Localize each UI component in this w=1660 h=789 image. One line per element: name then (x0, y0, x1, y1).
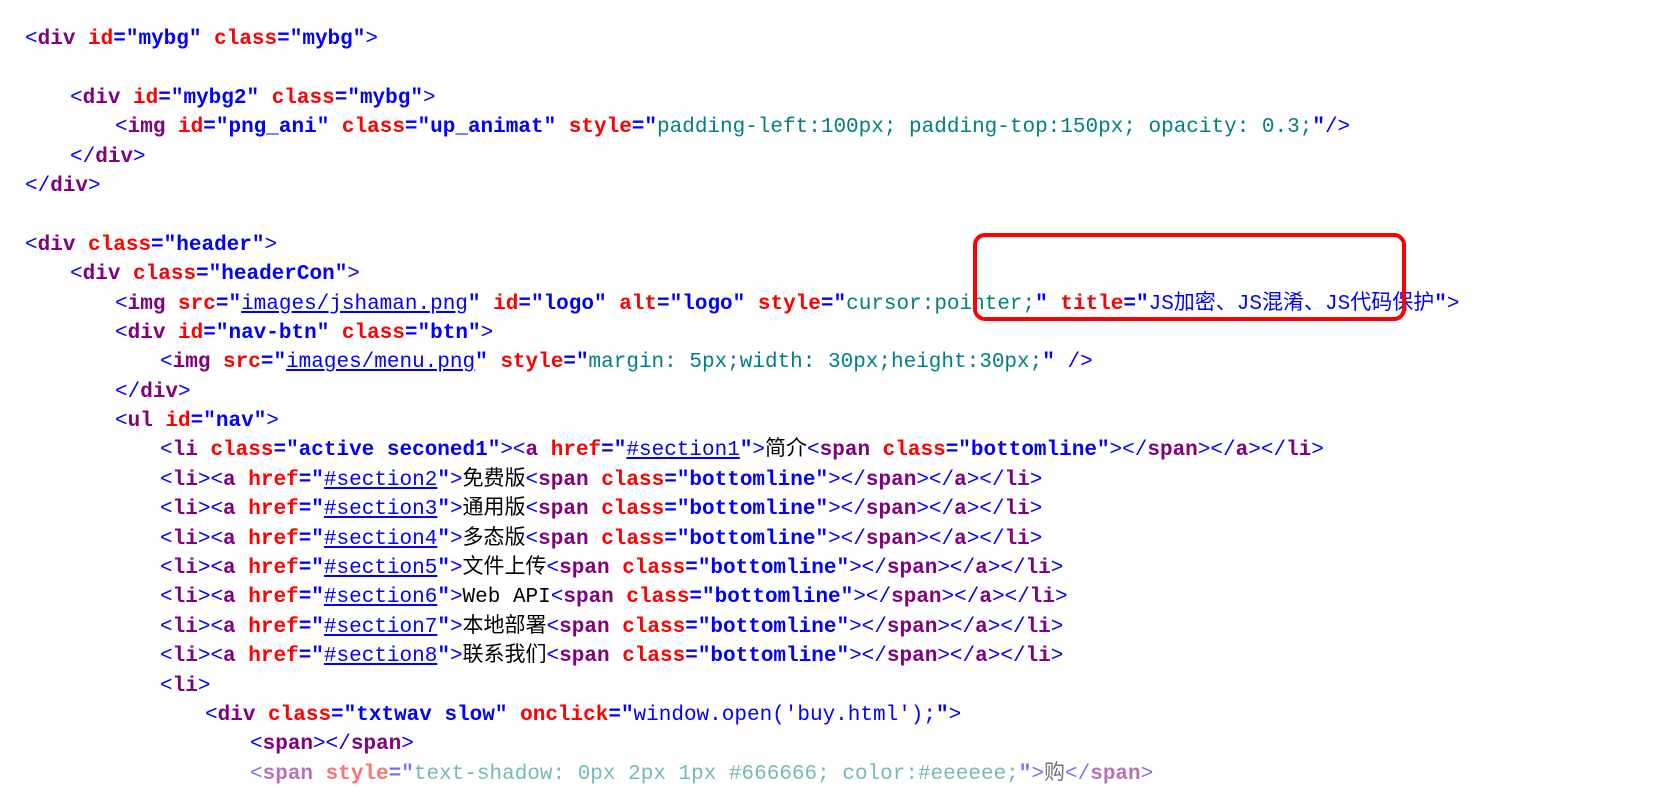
code-line[interactable]: <span></span> (25, 730, 1635, 759)
code-line[interactable]: <li><a href="#section2">免费版<span class="… (25, 466, 1635, 495)
code-line[interactable]: <li><a href="#section6">Web API<span cla… (25, 583, 1635, 612)
code-line[interactable]: <img src="images/jshaman.png" id="logo" … (25, 290, 1635, 319)
html-source-view: <div id="mybg" class="mybg"> <div id="my… (0, 0, 1660, 789)
code-line[interactable]: <div id="mybg2" class="mybg"> (25, 84, 1635, 113)
code-line[interactable]: <div class="txtwav slow" onclick="window… (25, 701, 1635, 730)
code-line[interactable]: <div class="header"> (25, 231, 1635, 260)
code-line[interactable]: <span style="text-shadow: 0px 2px 1px #6… (25, 760, 1635, 789)
code-line[interactable]: <div id="mybg" class="mybg"> (25, 25, 1635, 54)
href-link[interactable]: #section7 (324, 616, 437, 639)
blank-line (25, 54, 1635, 83)
href-link[interactable]: #section6 (324, 586, 437, 609)
code-line[interactable]: </div> (25, 172, 1635, 201)
code-line[interactable]: <ul id="nav"> (25, 407, 1635, 436)
code-line[interactable]: <li><a href="#section7">本地部署<span class=… (25, 613, 1635, 642)
code-line[interactable]: <div id="nav-btn" class="btn"> (25, 319, 1635, 348)
code-line[interactable]: <li> (25, 672, 1635, 701)
code-line[interactable]: </div> (25, 143, 1635, 172)
href-link[interactable]: #section4 (324, 528, 437, 551)
code-line[interactable]: </div> (25, 378, 1635, 407)
href-link[interactable]: #section3 (324, 498, 437, 521)
src-link[interactable]: images/jshaman.png (241, 293, 468, 316)
href-link[interactable]: #section8 (324, 645, 437, 668)
code-line[interactable]: <li><a href="#section5">文件上传<span class=… (25, 554, 1635, 583)
code-line[interactable]: <li><a href="#section4">多态版<span class="… (25, 525, 1635, 554)
href-link[interactable]: #section1 (626, 439, 739, 462)
code-line[interactable]: <li><a href="#section8">联系我们<span class=… (25, 642, 1635, 671)
code-line[interactable]: <li><a href="#section3">通用版<span class="… (25, 495, 1635, 524)
code-line[interactable]: <img id="png_ani" class="up_animat" styl… (25, 113, 1635, 142)
href-link[interactable]: #section5 (324, 557, 437, 580)
code-line[interactable]: <li class="active seconed1"><a href="#se… (25, 436, 1635, 465)
code-line[interactable]: <div class="headerCon"> (25, 260, 1635, 289)
src-link[interactable]: images/menu.png (286, 351, 475, 374)
href-link[interactable]: #section2 (324, 469, 437, 492)
blank-line (25, 201, 1635, 230)
code-line[interactable]: <img src="images/menu.png" style="margin… (25, 348, 1635, 377)
